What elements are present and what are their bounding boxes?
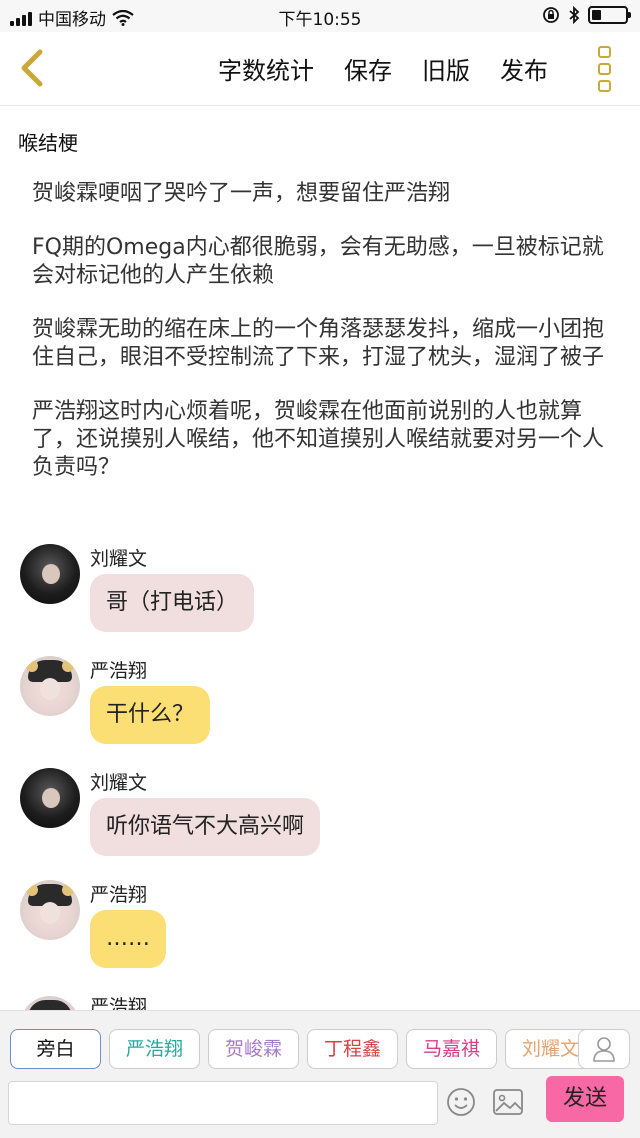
avatar bbox=[20, 996, 80, 1010]
save-button[interactable]: 保存 bbox=[344, 51, 392, 86]
header-actions: 字数统计 保存 旧版 发布 bbox=[218, 51, 548, 86]
role-narration[interactable]: 旁白 bbox=[10, 1029, 101, 1069]
chat-message[interactable]: 刘耀文 听你语气不大高兴啊 bbox=[0, 764, 640, 876]
sender-name: 严浩翔 bbox=[90, 884, 148, 906]
bluetooth-icon bbox=[569, 6, 580, 24]
editor-header: 字数统计 保存 旧版 发布 bbox=[0, 32, 640, 106]
chat-message[interactable]: 刘耀文 哥（打电话） bbox=[0, 540, 640, 652]
message-bubble[interactable]: 听你语气不大高兴啊 bbox=[90, 798, 321, 856]
paragraph: 严浩翔这时内心烦着呢，贺峻霖在他面前说别的人也就算了，还说摸别人喉结，他不知道摸… bbox=[32, 399, 605, 480]
image-icon[interactable] bbox=[492, 1087, 524, 1117]
role-he-junlin[interactable]: 贺峻霖 bbox=[208, 1029, 299, 1069]
avatar[interactable] bbox=[20, 768, 80, 828]
message-bubble[interactable]: …… bbox=[90, 910, 166, 968]
sender-name: 严浩翔 bbox=[90, 996, 148, 1010]
avatar[interactable] bbox=[20, 880, 80, 940]
story-text[interactable]: 贺峻霖哽咽了哭吟了一声，想要留住严浩翔 FQ期的Omega内心都很脆弱，会有无助… bbox=[32, 180, 612, 508]
chat-message[interactable]: 严浩翔 …… bbox=[0, 876, 640, 988]
avatar[interactable] bbox=[20, 544, 80, 604]
back-arrow-icon[interactable] bbox=[12, 46, 52, 90]
status-bar: 中国移动 下午10:55 bbox=[0, 0, 640, 32]
emoji-icon[interactable] bbox=[446, 1087, 476, 1117]
role-ding-chengxin[interactable]: 丁程鑫 bbox=[307, 1029, 398, 1069]
role-yan-haoxiang[interactable]: 严浩翔 bbox=[109, 1029, 200, 1069]
sender-name: 刘耀文 bbox=[90, 772, 148, 794]
chapter-title[interactable]: 喉结梗 bbox=[18, 127, 78, 156]
publish-button[interactable]: 发布 bbox=[500, 51, 548, 86]
composer-panel: 旁白 严浩翔 贺峻霖 丁程鑫 马嘉祺 刘耀文 bbox=[0, 1010, 640, 1138]
role-selector: 旁白 严浩翔 贺峻霖 丁程鑫 马嘉祺 刘耀文 bbox=[10, 1029, 596, 1069]
paragraph: 贺峻霖哽咽了哭吟了一声，想要留住严浩翔 bbox=[32, 181, 451, 206]
chat-list: 刘耀文 哥（打电话） 严浩翔 干什么？ 刘耀文 听你语气不大高兴啊 严浩翔 …… bbox=[0, 540, 640, 988]
sender-name: 刘耀文 bbox=[90, 548, 148, 570]
message-bubble[interactable]: 哥（打电话） bbox=[90, 574, 255, 632]
chat-message-partial: 严浩翔 bbox=[0, 992, 640, 1010]
role-ma-jiaqi[interactable]: 马嘉祺 bbox=[406, 1029, 497, 1069]
paragraph: FQ期的Omega内心都很脆弱，会有无助感，一旦被标记就会对标记他的人产生依赖 bbox=[32, 235, 604, 288]
user-icon bbox=[593, 1037, 615, 1062]
orientation-lock-icon bbox=[543, 7, 559, 23]
send-button[interactable]: 发送 bbox=[546, 1076, 624, 1122]
old-version-button[interactable]: 旧版 bbox=[422, 51, 470, 86]
more-icon[interactable] bbox=[598, 46, 614, 92]
add-role-button[interactable] bbox=[578, 1029, 630, 1069]
battery-icon bbox=[588, 6, 631, 24]
message-input[interactable] bbox=[8, 1081, 438, 1125]
status-right bbox=[542, 6, 631, 24]
message-bubble[interactable]: 干什么？ bbox=[90, 686, 211, 744]
chat-message[interactable]: 严浩翔 干什么？ bbox=[0, 652, 640, 764]
word-count-button[interactable]: 字数统计 bbox=[218, 51, 314, 86]
paragraph: 贺峻霖无助的缩在床上的一个角落瑟瑟发抖，缩成一小团抱住自己，眼泪不受控制流了下来… bbox=[32, 317, 605, 370]
sender-name: 严浩翔 bbox=[90, 660, 148, 682]
avatar[interactable] bbox=[20, 656, 80, 716]
